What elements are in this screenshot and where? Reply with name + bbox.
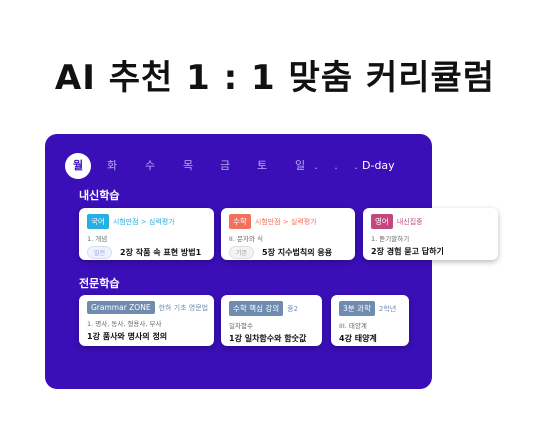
lesson-card-math[interactable]: 수학 시험만점 > 실력평가 II. 문자와 식 기본 5장 지수법칙의 응용 (221, 208, 355, 260)
unit-label: 1. 듣기말하기 (371, 235, 410, 243)
curriculum-panel: 월 화 수 목 금 토 일 . . . D-day 내신학습 국어 시험만점 >… (45, 134, 498, 389)
unit-label: II. 문자와 식 (229, 235, 263, 243)
lesson-card-english[interactable]: 영어 내신집중 1. 듣기말하기 2장 경험 묻고 답하기 (363, 208, 498, 260)
unit-label: 1. 개념 (87, 235, 108, 243)
lesson-title: 2장 작품 속 표현 방법1 (120, 248, 202, 257)
course-subtitle: 중2 (287, 304, 299, 313)
section-title-special: 전문학습 (79, 277, 120, 290)
dday-tab[interactable]: D-day (362, 153, 395, 179)
day-thu[interactable]: 목 (175, 153, 201, 179)
course-tag: 3분 과학 (339, 301, 375, 316)
day-tue[interactable]: 화 (99, 153, 125, 179)
lesson-title: 5장 지수법칙의 응용 (262, 248, 333, 257)
more-dot: . (314, 159, 318, 172)
course-breadcrumb: 시험만점 > 실력평가 (254, 217, 317, 226)
weekday-bar: 월 화 수 목 금 토 일 . . . D-day (65, 153, 425, 179)
special-card-math[interactable]: 수학 핵심 강의 중2 일차함수 1강 일차함수와 함숫값 (221, 295, 322, 346)
more-dot: . (334, 159, 338, 172)
special-card-grammar[interactable]: Grammar ZONE 한하 기초 영문법 1. 명사, 동사, 형용사, 부… (79, 295, 214, 346)
headline: AI 추천 1 : 1 맞춤 커리큘럼 (54, 58, 496, 98)
level-badge: 기본 (229, 246, 255, 259)
course-tag: 수학 핵심 강의 (229, 301, 284, 316)
section-title-school: 내신학습 (79, 189, 120, 202)
subject-tag: 수학 (229, 214, 251, 229)
course-breadcrumb: 시험만점 > 심력평가 (112, 217, 175, 226)
course-breadcrumb: 내신집중 (396, 217, 423, 226)
day-sat[interactable]: 토 (249, 153, 275, 179)
lesson-title: 1강 일차함수와 함숫값 (229, 334, 307, 343)
lesson-title: 1강 품사와 명사의 정의 (87, 332, 168, 341)
lesson-title: 2장 경험 묻고 답하기 (371, 247, 444, 256)
unit-label: 1. 명사, 동사, 형용사, 부사 (87, 320, 162, 328)
special-card-science[interactable]: 3분 과학 2학년 III. 태양계 4강 태양계 (331, 295, 409, 346)
course-tag: Grammar ZONE (87, 301, 155, 314)
page: AI 추천 1 : 1 맞춤 커리큘럼 월 화 수 목 금 토 일 . . . … (0, 0, 550, 439)
lesson-title: 4강 태양계 (339, 334, 377, 343)
more-dot: . (354, 159, 358, 172)
lesson-card-korean[interactable]: 국어 시험만점 > 심력평가 1. 개념 발전 2장 작품 속 표현 방법1 (79, 208, 214, 260)
day-mon[interactable]: 월 (65, 153, 91, 179)
subject-tag: 영어 (371, 214, 393, 229)
unit-label: III. 태양계 (339, 322, 367, 330)
day-wed[interactable]: 수 (137, 153, 163, 179)
subject-tag: 국어 (87, 214, 109, 229)
level-badge: 발전 (87, 246, 113, 259)
course-subtitle: 한하 기초 영문법 (158, 303, 209, 312)
course-subtitle: 2학년 (378, 304, 397, 313)
unit-label: 일차함수 (229, 322, 253, 330)
day-fri[interactable]: 금 (212, 153, 238, 179)
